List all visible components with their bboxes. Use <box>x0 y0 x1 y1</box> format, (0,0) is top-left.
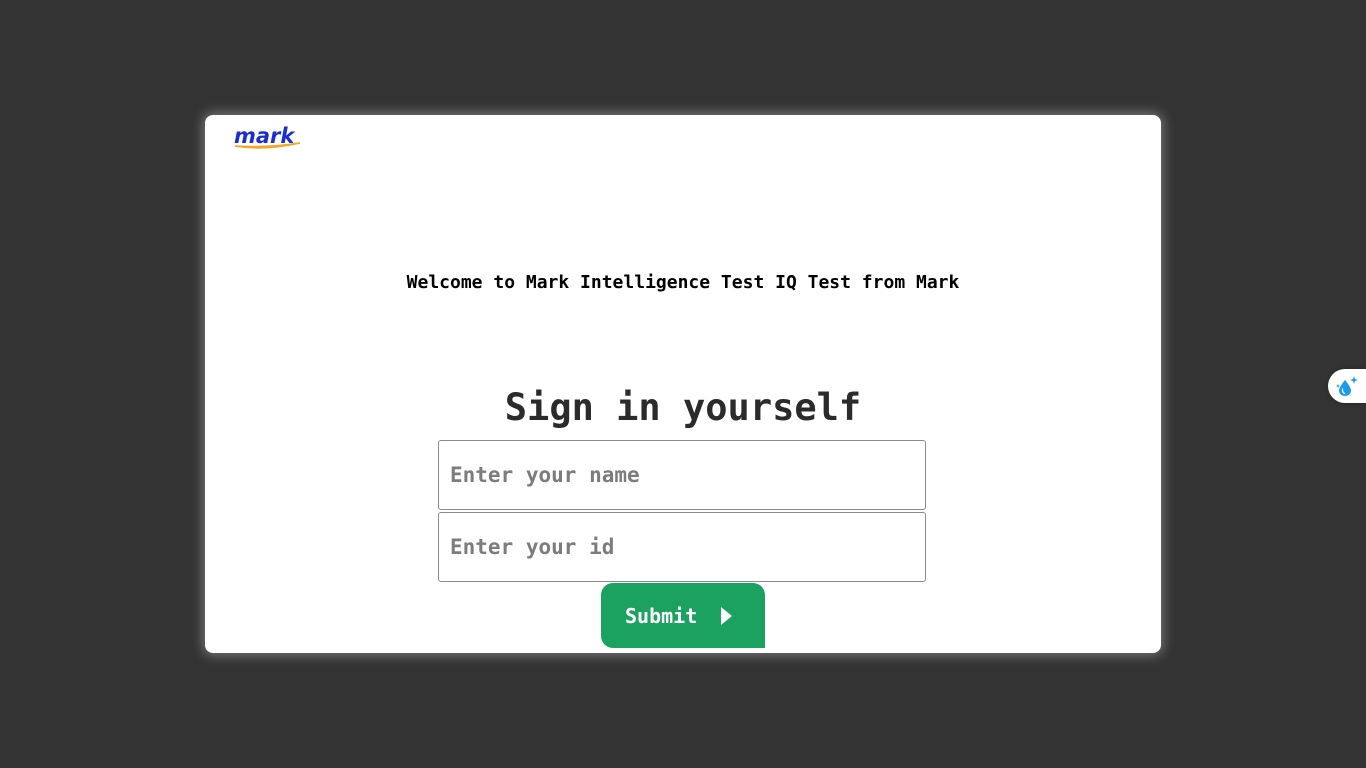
welcome-message: Welcome to Mark Intelligence Test IQ Tes… <box>406 272 960 293</box>
mark-logo[interactable]: mark <box>234 124 304 154</box>
droplet-sparkle-icon <box>1336 376 1358 396</box>
submit-label: Submit <box>625 603 698 628</box>
submit-button[interactable]: Submit <box>601 583 765 648</box>
login-card: mark Welcome to Mark Intelligence Test I… <box>205 115 1161 653</box>
name-input[interactable] <box>438 440 926 510</box>
caret-right-icon <box>721 606 733 625</box>
extension-tab[interactable] <box>1328 369 1366 403</box>
id-input[interactable] <box>438 512 926 582</box>
sign-in-heading: Sign in yourself <box>504 386 862 429</box>
logo-swoosh-icon <box>234 142 301 149</box>
